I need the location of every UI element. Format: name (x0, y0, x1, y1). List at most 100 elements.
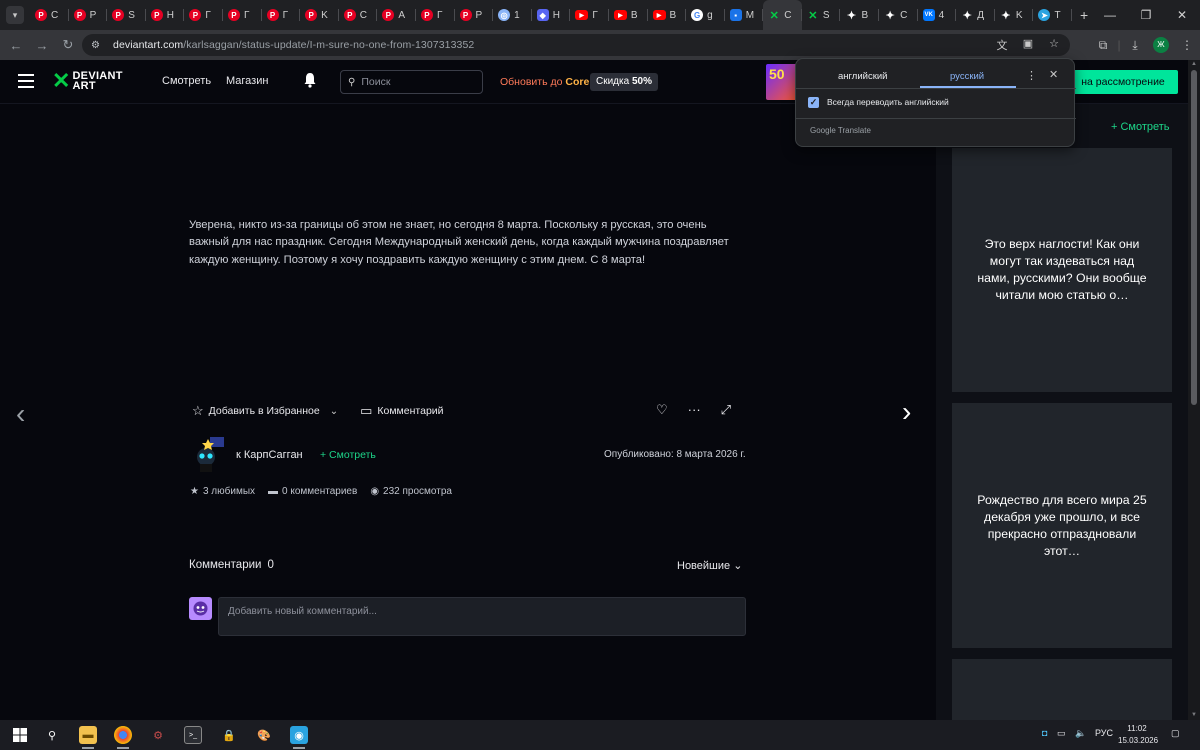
browser-tab[interactable]: ✦ B (840, 0, 879, 30)
bookmark-star-icon[interactable]: ☆ (1046, 37, 1062, 53)
browser-tab[interactable]: PK (300, 0, 339, 30)
tray-app-icon[interactable]: ◘ (1042, 728, 1047, 738)
menu-icon[interactable]: ⋮ (1174, 38, 1200, 52)
browser-tab[interactable]: ▶ B (609, 0, 648, 30)
favorites-stat[interactable]: ★ 3 любимых (190, 486, 255, 497)
close-window-icon[interactable]: ✕ (1164, 8, 1200, 22)
browser-tab[interactable]: PГ (184, 0, 223, 30)
windows-start-icon[interactable] (11, 726, 29, 744)
browser-tab[interactable]: ✦ C (879, 0, 918, 30)
browser-tab[interactable]: Gg (686, 0, 725, 30)
site-info-icon[interactable]: ⚙ (91, 40, 105, 51)
paint-icon[interactable]: 🎨 (255, 726, 273, 744)
tab-search-button[interactable]: ▾ (6, 6, 24, 24)
volume-icon[interactable]: 🔈 (1075, 728, 1086, 739)
close-icon[interactable]: ✕ (1049, 68, 1058, 81)
scrollbar-thumb[interactable] (1191, 70, 1197, 405)
address-bar[interactable]: ⚙ deviantart.com/karlsaggan/status-updat… (82, 34, 1070, 56)
related-status-card[interactable]: Рождество для всего мира 25 декабря уже … (952, 403, 1172, 648)
notifications-bell-icon[interactable] (303, 72, 317, 88)
browser-tab[interactable]: ➤ T (1033, 0, 1072, 30)
tab-title: 4 (938, 9, 945, 21)
expand-icon[interactable]: ⤢ (721, 402, 731, 418)
browser-tab[interactable]: VK 4 (918, 0, 957, 30)
terminal-icon[interactable]: >_ (184, 726, 202, 744)
gift-icon[interactable]: ♡ (656, 402, 668, 418)
minimize-icon[interactable]: — (1092, 8, 1128, 22)
browser-tab[interactable]: PC (30, 0, 69, 30)
submit-for-review-button[interactable]: на рассмотрение (1068, 70, 1178, 94)
browser-tab[interactable]: PH (146, 0, 185, 30)
more-options-icon[interactable]: ⋮ (1026, 69, 1037, 82)
lock-icon[interactable]: 🔒 (220, 726, 238, 744)
settings-gear-icon[interactable]: ⚙ (149, 726, 167, 744)
browser-tab[interactable]: ▶ B (648, 0, 687, 30)
upgrade-core-link[interactable]: Обновить до Core (500, 76, 589, 88)
browser-tab[interactable]: ✦ K (995, 0, 1034, 30)
cast-icon[interactable]: ▣ (1020, 37, 1036, 53)
add-favorite-button[interactable]: Добавить в Избранное (209, 405, 320, 417)
browser-tab[interactable]: PГ (416, 0, 455, 30)
hamburger-menu-icon[interactable] (18, 74, 34, 88)
nav-watch-link[interactable]: Смотреть (162, 75, 211, 87)
nav-shop-link[interactable]: Магазин (226, 75, 268, 87)
deviantart-logo[interactable]: ✕ DEVIANT ART (52, 70, 123, 92)
browser-tab[interactable]: ✦ Д (956, 0, 995, 30)
browser-tab[interactable]: PP (69, 0, 108, 30)
scroll-down-icon[interactable]: ▼ (1191, 712, 1197, 718)
restore-icon[interactable]: ❐ (1128, 8, 1164, 22)
author-name[interactable]: к КарпСагган (236, 449, 303, 461)
browser-tab[interactable]: ▪ M (725, 0, 764, 30)
file-explorer-icon[interactable]: ▬ (79, 726, 97, 749)
sidebar-watch-button[interactable]: + Смотреть (1111, 121, 1170, 133)
author-avatar[interactable] (190, 437, 224, 473)
reload-button[interactable]: ↻ (55, 37, 81, 53)
back-button[interactable]: ← (3, 38, 29, 53)
source-language-tab[interactable]: английский (838, 71, 887, 82)
search-input[interactable]: ⚲ Поиск (340, 70, 483, 94)
browser-tab[interactable]: PP (455, 0, 494, 30)
input-language[interactable]: РУС (1095, 728, 1113, 738)
discount-badge[interactable]: Скидка 50% (590, 73, 658, 91)
translate-icon[interactable]: 文 (994, 37, 1010, 53)
browser-tab[interactable]: ◆ H (532, 0, 571, 30)
browser-tab[interactable]: ▶ Г (570, 0, 609, 30)
watch-author-button[interactable]: + Смотреть (320, 449, 376, 461)
browser-tab[interactable]: ✕ C (763, 0, 802, 30)
browser-tab[interactable]: ◎ 1 (493, 0, 532, 30)
comment-input[interactable]: Добавить новый комментарий... (218, 597, 746, 636)
user-avatar[interactable] (189, 597, 212, 620)
page-scrollbar[interactable]: ▲ ▼ (1188, 60, 1200, 720)
more-options-icon[interactable]: ··· (688, 402, 701, 418)
related-status-card[interactable]: Это верх наглости! Как они могут так изд… (952, 148, 1172, 392)
browser-tab[interactable]: PГ (262, 0, 301, 30)
new-tab-button[interactable]: + (1080, 7, 1088, 23)
chrome-icon[interactable] (114, 726, 132, 749)
notifications-icon[interactable]: ▢ (1171, 728, 1180, 739)
system-clock[interactable]: 11:02 15.03.2026 (1118, 723, 1158, 747)
browser-tab[interactable]: PГ (223, 0, 262, 30)
sort-dropdown[interactable]: Новейшие ⌄ (677, 559, 742, 572)
next-arrow-icon[interactable]: › (902, 396, 911, 428)
browser-tab[interactable]: PS (107, 0, 146, 30)
author-name-link[interactable]: КарпСагган (244, 449, 303, 461)
url-text[interactable]: deviantart.com/karlsaggan/status-update/… (113, 39, 474, 51)
chevron-down-icon[interactable]: ⌄ (330, 406, 338, 417)
comment-button[interactable]: ▭ Комментарий (360, 403, 443, 419)
search-icon[interactable]: ⚲ (43, 726, 61, 744)
browser-tab[interactable]: ✕ S (802, 0, 841, 30)
scroll-up-icon[interactable]: ▲ (1191, 61, 1197, 67)
always-translate-checkbox[interactable]: ✓ (808, 97, 819, 108)
browser-tab[interactable]: PC (339, 0, 378, 30)
comments-stat[interactable]: ▬ 0 комментариев (268, 486, 357, 497)
previous-arrow-icon[interactable]: ‹ (16, 398, 25, 430)
forward-button[interactable]: → (29, 38, 55, 53)
target-language-tab[interactable]: русский (950, 71, 984, 82)
extensions-icon[interactable]: ⧉ (1090, 38, 1116, 53)
network-icon[interactable]: ▭ (1057, 728, 1066, 739)
browser-tab[interactable]: PA (377, 0, 416, 30)
downloads-icon[interactable]: ⤓ (1122, 38, 1148, 53)
related-status-card[interactable] (952, 659, 1172, 720)
profile-avatar[interactable]: Ж (1153, 37, 1169, 53)
app-icon[interactable]: ◉ (290, 726, 308, 749)
